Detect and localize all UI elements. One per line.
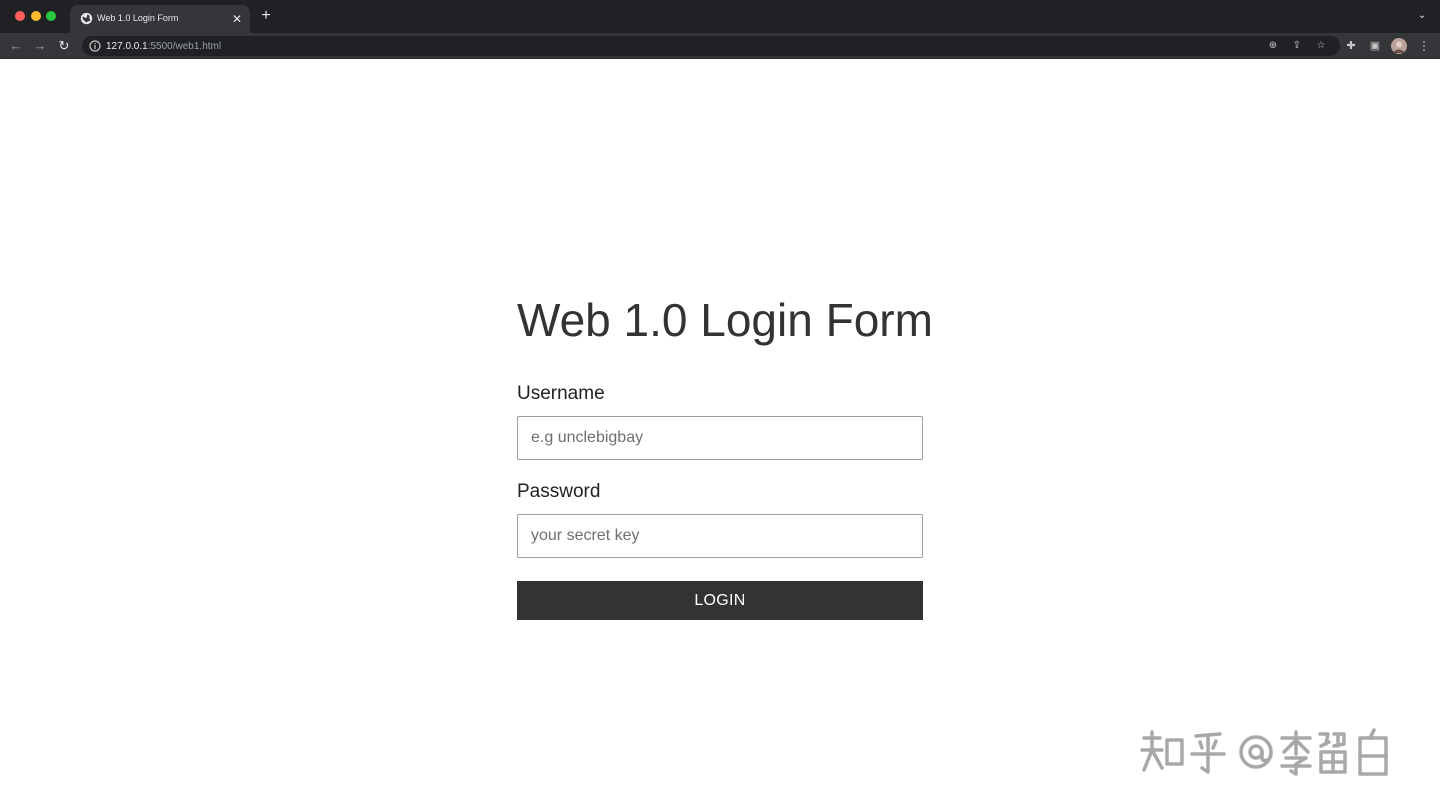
- browser-toolbar: ← → ↻ 127.0.0.1:5500/web1.html ⊕ ⇪ ☆ ✚ ▣…: [0, 33, 1440, 59]
- plus-icon[interactable]: +: [258, 8, 274, 24]
- browser-tab-active[interactable]: Web 1.0 Login Form ✕: [70, 5, 250, 33]
- window-maximize-button[interactable]: [46, 11, 56, 21]
- url-path: :5500/web1.html: [147, 41, 222, 52]
- password-input[interactable]: [517, 514, 923, 558]
- close-icon[interactable]: ✕: [230, 12, 244, 26]
- window-minimize-button[interactable]: [31, 11, 41, 21]
- share-icon[interactable]: ⇪: [1290, 39, 1304, 53]
- tab-title: Web 1.0 Login Form: [97, 13, 179, 23]
- chevron-down-icon[interactable]: ⌄: [1414, 8, 1430, 24]
- login-button[interactable]: LOGIN: [517, 581, 923, 620]
- address-bar[interactable]: 127.0.0.1:5500/web1.html ⊕ ⇪ ☆: [82, 36, 1340, 56]
- avatar-icon[interactable]: [1391, 38, 1407, 54]
- star-icon[interactable]: ☆: [1314, 39, 1328, 53]
- window-close-button[interactable]: [15, 11, 25, 21]
- info-icon[interactable]: [89, 40, 101, 52]
- kebab-menu-icon[interactable]: ⋮: [1416, 38, 1432, 54]
- globe-icon: [80, 12, 93, 25]
- browser-tab-bar: Web 1.0 Login Form ✕ + ⌄: [0, 0, 1440, 33]
- username-label: Username: [517, 383, 605, 404]
- password-label: Password: [517, 481, 601, 502]
- url-text[interactable]: 127.0.0.1:5500/web1.html: [106, 41, 221, 52]
- side-panel-icon[interactable]: ▣: [1367, 38, 1383, 54]
- zoom-icon[interactable]: ⊕: [1266, 39, 1280, 53]
- login-form: Web 1.0 Login Form Username Password LOG…: [517, 290, 933, 620]
- reload-icon[interactable]: ↻: [55, 37, 73, 55]
- page-title: Web 1.0 Login Form: [517, 294, 933, 346]
- watermark-logo: [1140, 728, 1388, 776]
- url-host: 127.0.0.1: [106, 41, 148, 52]
- avatar-image: [1391, 38, 1407, 54]
- puzzle-icon[interactable]: ✚: [1343, 38, 1359, 54]
- arrow-left-icon[interactable]: ←: [7, 37, 25, 55]
- arrow-right-icon[interactable]: →: [31, 37, 49, 55]
- username-input[interactable]: [517, 416, 923, 460]
